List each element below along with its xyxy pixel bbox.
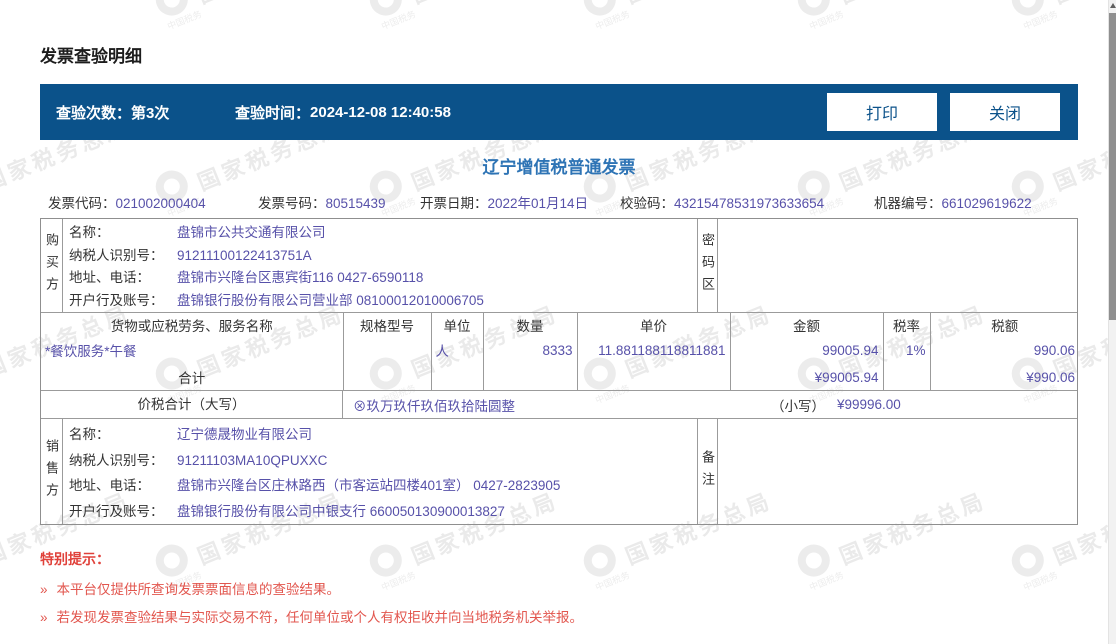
sum-small-label: （小写）: [771, 398, 825, 414]
seller-section: 销售方 名称： 辽宁德晟物业有限公司 纳税人识别号： 91211103MA10QPU…: [41, 419, 1077, 524]
check-time-value: 2024-12-08 12:40:58: [310, 103, 451, 121]
invoice-title: 辽宁增值税普通发票: [482, 158, 636, 177]
check-time-label: 查验时间：: [235, 104, 311, 122]
item-price: 11.881188118811881: [576, 337, 730, 363]
notice-title: 特别提示：: [40, 551, 110, 567]
col-price: 单价: [576, 313, 730, 337]
col-tax: 税额: [929, 313, 1079, 337]
col-amount: 金额: [729, 313, 883, 337]
amount-in-words: ⊗玖万玖仟玖佰玖拾陆圆整: [353, 398, 515, 414]
seller-address-row: 地址、电话： 盘锦市兴隆台区庄林路西（市客运站四楼401室） 0427-28239…: [69, 478, 561, 493]
items-total-row: 合计 ¥99005.94 ¥990.06: [41, 363, 1079, 391]
notice-item: » 本平台仅提供所查询发票票面信息的查验结果。: [40, 582, 341, 597]
item-name: *餐饮服务*午餐: [45, 344, 137, 359]
items-header-row: 货物或应税劳务、服务名称 规格型号 单位 数量 单价 金额 税率 税额: [41, 313, 1079, 337]
item-tax: 990.06: [929, 337, 1079, 363]
remark-area: [718, 419, 1077, 524]
buyer-bank-row: 开户行及账号： 盘锦银行股份有限公司营业部 08100012010006705: [69, 292, 484, 308]
check-count-label: 查验次数：: [56, 104, 132, 122]
buyer-section: 购买方 名称： 盘锦市公共交通有限公司 纳税人识别号： 91211100122413…: [41, 219, 1077, 313]
buyer-address-row: 地址、电话： 盘锦市兴隆台区惠宾街116 0427-6590118: [69, 270, 424, 285]
items-table: 货物或应税劳务、服务名称 规格型号 单位 数量 单价 金额 税率 税额 *餐饮服…: [41, 313, 1079, 391]
sum-small-value: ¥99996.00: [837, 397, 901, 412]
password-area: [718, 219, 1077, 312]
sum-row: 价税合计（大写） ⊗玖万玖仟玖佰玖拾陆圆整 （小写） ¥99996.00: [41, 390, 1077, 419]
buyer-side-label: 购买方: [41, 219, 63, 312]
total-tax: ¥990.06: [929, 363, 1079, 391]
toolbar: 查验次数： 第3次 查验时间： 2024-12-08 12:40:58 打印 关闭: [40, 84, 1078, 140]
seller-bank-row: 开户行及账号： 盘锦银行股份有限公司中银支行 660050130900013827: [69, 503, 505, 519]
scrollbar-thumb[interactable]: [1109, 13, 1116, 320]
total-label: 合计: [178, 371, 206, 386]
notice-item: » 若发现发票查验结果与实际交易不符，任何单位或个人有权拒收并向当地税务机关举报。: [40, 610, 584, 625]
invoice-code: 发票代码：021002000404: [48, 196, 206, 211]
machine-number: 机器编号：661029619622: [874, 196, 1032, 211]
buyer-fields: 名称： 盘锦市公共交通有限公司 纳税人识别号： 91211100122413751A…: [63, 219, 697, 312]
item-row: *餐饮服务*午餐 人 8333 11.881188118811881 99005…: [41, 337, 1079, 363]
close-button[interactable]: 关闭: [950, 93, 1060, 131]
col-item-name: 货物或应税劳务、服务名称: [110, 319, 273, 334]
invoice-body: 购买方 名称： 盘锦市公共交通有限公司 纳税人识别号： 91211100122413…: [40, 218, 1079, 525]
seller-fields: 名称： 辽宁德晟物业有限公司 纳税人识别号： 91211103MA10QPUXXC …: [63, 419, 697, 524]
print-button[interactable]: 打印: [827, 93, 937, 131]
item-qty: 8333: [482, 337, 577, 363]
seller-name-row: 名称： 辽宁德晟物业有限公司: [69, 427, 312, 442]
sum-label: 价税合计（大写）: [41, 390, 343, 419]
password-area-label: 密码区: [697, 219, 718, 312]
scrollbar[interactable]: [1108, 0, 1116, 644]
col-qty: 数量: [482, 313, 577, 337]
bullet-icon: »: [40, 610, 48, 625]
bullet-icon: »: [40, 582, 48, 597]
invoice-date: 开票日期：2022年01月14日: [420, 196, 589, 211]
check-count-value: 第3次: [131, 104, 170, 122]
invoice-meta-row: 发票代码：021002000404 发票号码：80515439 开票日期：202…: [40, 190, 1078, 214]
col-spec: 规格型号: [342, 313, 431, 337]
buyer-taxid-row: 纳税人识别号： 91211100122413751A: [69, 247, 312, 263]
check-count: 查验次数： 第3次: [56, 84, 169, 140]
page-title: 发票查验明细: [40, 47, 142, 66]
total-amount: ¥99005.94: [729, 363, 883, 391]
scrollbar-up-arrow-icon[interactable]: [1110, 3, 1116, 8]
col-tax-rate: 税率: [882, 313, 930, 337]
check-time: 查验时间： 2024-12-08 12:40:58: [235, 84, 451, 140]
invoice-number: 发票号码：80515439: [258, 196, 386, 211]
check-code: 校验码：43215478531973633654: [620, 196, 825, 211]
item-unit: 人: [430, 337, 483, 363]
item-spec: [342, 337, 431, 363]
col-unit: 单位: [430, 313, 483, 337]
invoice-verification-page: 中国税务国家税务总局中国税务国家税务总局中国税务国家税务总局中国税务国家税务总局…: [0, 0, 1116, 644]
item-tax-rate: 1%: [882, 337, 930, 363]
remark-label: 备注: [697, 419, 718, 524]
seller-taxid-row: 纳税人识别号： 91211103MA10QPUXXC: [69, 452, 328, 468]
seller-side-label: 销售方: [41, 419, 63, 524]
buyer-name-row: 名称： 盘锦市公共交通有限公司: [69, 225, 326, 240]
item-amount: 99005.94: [729, 337, 883, 363]
